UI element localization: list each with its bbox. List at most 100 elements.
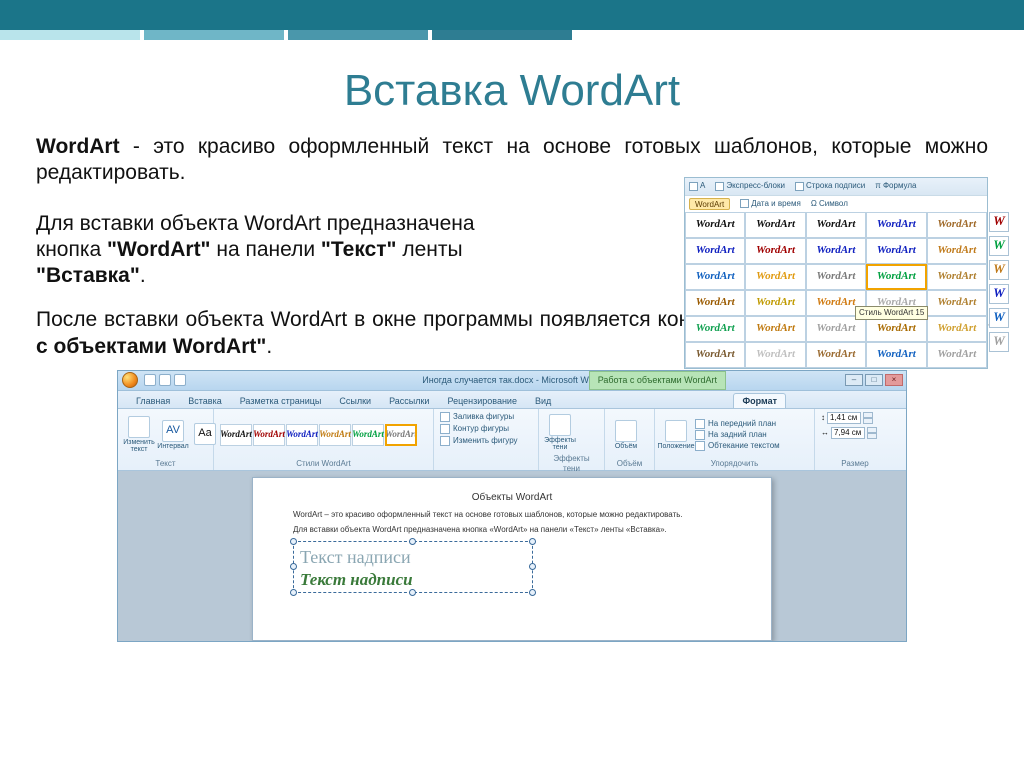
wordart-style-cell[interactable]: WordArt (745, 212, 805, 238)
shape-fill-button[interactable]: Заливка фигуры (440, 412, 514, 422)
position-button[interactable]: Положение (661, 418, 691, 452)
wordart-style-cell[interactable]: WordArt (927, 264, 987, 290)
wordart-style-thumb[interactable]: WordArt (385, 424, 417, 446)
wordart-style-cell[interactable]: WordArt (745, 290, 805, 316)
wordart-style-cell[interactable]: WordArt (927, 238, 987, 264)
ribbon-tab[interactable]: Вид (527, 393, 559, 408)
group-effects-label: Эффекты тени (545, 453, 598, 474)
ribbon-tab[interactable]: Вставка (180, 393, 229, 408)
group-styles-label: Стили WordArt (220, 458, 427, 469)
wordart-style-thumb[interactable]: WordArt (319, 424, 351, 446)
edit-text-button[interactable]: Изменить текст (124, 414, 154, 456)
w-glyph-icon: W (989, 332, 1009, 352)
page-heading: Объекты WordArt (293, 492, 731, 505)
wordart-style-cell[interactable]: WordArt (745, 238, 805, 264)
express-blocks-btn[interactable]: Экспресс-блоки (715, 181, 785, 191)
height-spinner[interactable]: ↕1,41 см (821, 412, 873, 424)
wordart-style-cell[interactable]: WordArt (685, 238, 745, 264)
group-volume-label: Объём (611, 458, 648, 469)
wordart-style-cell[interactable]: WordArt (685, 316, 745, 342)
wordart-style-cell[interactable]: WordArt (866, 238, 926, 264)
signature-line-btn[interactable]: Строка подписи (795, 181, 865, 191)
quick-access-toolbar[interactable] (144, 374, 186, 386)
ribbon-tab-format[interactable]: Формат (733, 393, 786, 408)
3d-button[interactable]: Объём (611, 418, 641, 452)
insert-instruction: Для вставки объекта WordArt предназначен… (36, 211, 556, 290)
wordart-style-cell[interactable]: WordArt (685, 264, 745, 290)
wordart-style-cell[interactable]: WordArt (806, 212, 866, 238)
page-title: Вставка WordArt (0, 66, 1024, 116)
wordart-style-cell[interactable]: WordArt (685, 212, 745, 238)
page-p2: Для вставки объекта WordArt предназначен… (293, 525, 731, 535)
contextual-title: Работа с объектами WordArt (589, 371, 726, 390)
wordart-style-cell[interactable]: WordArt (806, 238, 866, 264)
wordart-style-cell[interactable]: WordArt (685, 290, 745, 316)
w-glyph-icon: W (989, 236, 1009, 256)
qat-save-icon[interactable] (144, 374, 156, 386)
w-glyph-icon: W (989, 212, 1009, 232)
wordart-style-cell[interactable]: WordArt (745, 264, 805, 290)
wordart-style-cell[interactable]: WordArt (866, 212, 926, 238)
wordart-style-cell[interactable]: WordArt (927, 290, 987, 316)
group-size-label: Размер (821, 458, 889, 469)
wordart-object[interactable]: Текст надписи Текст надписи (293, 541, 533, 593)
ribbon-tab[interactable]: Рецензирование (439, 393, 525, 408)
wordart-style-cell[interactable]: WordArt (927, 316, 987, 342)
wordart-style-cell[interactable]: WordArt (806, 264, 866, 290)
wordart-style-cell[interactable]: WordArt (745, 342, 805, 368)
ribbon-tab[interactable]: Рассылки (381, 393, 437, 408)
ribbon: Изменить текст AVИнтервал Aa Текст WordA… (118, 409, 906, 471)
ribbon-tabs: ГлавнаяВставкаРазметка страницыСсылкиРас… (118, 391, 906, 409)
wordart-style-thumb[interactable]: WordArt (352, 424, 384, 446)
window-title: Иногда случается так.docx - Microsoft Wo… (422, 375, 601, 386)
shadow-effects-button[interactable]: Эффекты тени (545, 412, 575, 454)
wordart-style-cell[interactable]: WordArt (745, 316, 805, 342)
change-shape-button[interactable]: Изменить фигуру (440, 436, 518, 446)
width-spinner[interactable]: ↔7,94 см (821, 427, 877, 439)
ribbon-tab[interactable]: Ссылки (331, 393, 379, 408)
textbox-btn[interactable]: A (689, 181, 705, 191)
group-shape-label (440, 468, 532, 469)
document-area[interactable]: Объекты WordArt WordArt – это красиво оф… (118, 471, 906, 641)
wordart-styles-gallery[interactable]: WordArtWordArtWordArtWordArtWordArtWordA… (220, 424, 417, 446)
qat-redo-icon[interactable] (174, 374, 186, 386)
wordart-style-cell[interactable]: WordArt (806, 342, 866, 368)
datetime-btn[interactable]: Дата и время (740, 199, 801, 209)
minimize-button[interactable]: – (845, 374, 863, 386)
wordart-style-thumb[interactable]: WordArt (220, 424, 252, 446)
maximize-button[interactable]: □ (865, 374, 883, 386)
text-wrap-button[interactable]: Обтекание текстом (695, 441, 780, 451)
wordart-style-cell[interactable]: WordArt (685, 342, 745, 368)
slide-deco (0, 30, 572, 50)
wordart-gallery: A Экспресс-блоки Строка подписи π Формул… (684, 177, 988, 369)
word-window: Иногда случается так.docx - Microsoft Wo… (117, 370, 907, 642)
wordart-style-cell[interactable]: WordArt (866, 342, 926, 368)
page: Объекты WordArt WordArt – это красиво оф… (252, 477, 772, 641)
wordart-style-cell[interactable]: WordArt (866, 264, 926, 290)
wordart-style-cell[interactable]: WordArt (927, 212, 987, 238)
slide-topbar (0, 0, 1024, 30)
wordart-style-cell[interactable]: WordArt (927, 342, 987, 368)
group-arrange-label: Упорядочить (661, 458, 808, 469)
ribbon-tab[interactable]: Главная (128, 393, 178, 408)
group-text-label: Текст (124, 458, 207, 469)
page-p1: WordArt – это красиво оформленный текст … (293, 510, 731, 520)
shape-outline-button[interactable]: Контур фигуры (440, 424, 509, 434)
w-glyph-icon: W (989, 260, 1009, 280)
wordart-style-thumb[interactable]: WordArt (253, 424, 285, 446)
titlebar: Иногда случается так.docx - Microsoft Wo… (118, 371, 906, 391)
office-orb[interactable] (122, 372, 138, 388)
ribbon-tab[interactable]: Разметка страницы (232, 393, 330, 408)
symbol-btn[interactable]: Ω Символ (811, 199, 848, 209)
w-glyph-icon: W (989, 308, 1009, 328)
wordart-style-thumb[interactable]: WordArt (286, 424, 318, 446)
formula-btn[interactable]: π Формула (875, 181, 916, 191)
send-back-button[interactable]: На задний план (695, 430, 780, 440)
bring-front-button[interactable]: На передний план (695, 419, 780, 429)
spacing-button[interactable]: AVИнтервал (158, 418, 188, 452)
qat-undo-icon[interactable] (159, 374, 171, 386)
close-button[interactable]: × (885, 374, 903, 386)
w-glyph-icon: W (989, 284, 1009, 304)
wordart-button[interactable]: WordArt (689, 198, 730, 210)
style-tooltip: Стиль WordArt 15 (855, 306, 928, 320)
